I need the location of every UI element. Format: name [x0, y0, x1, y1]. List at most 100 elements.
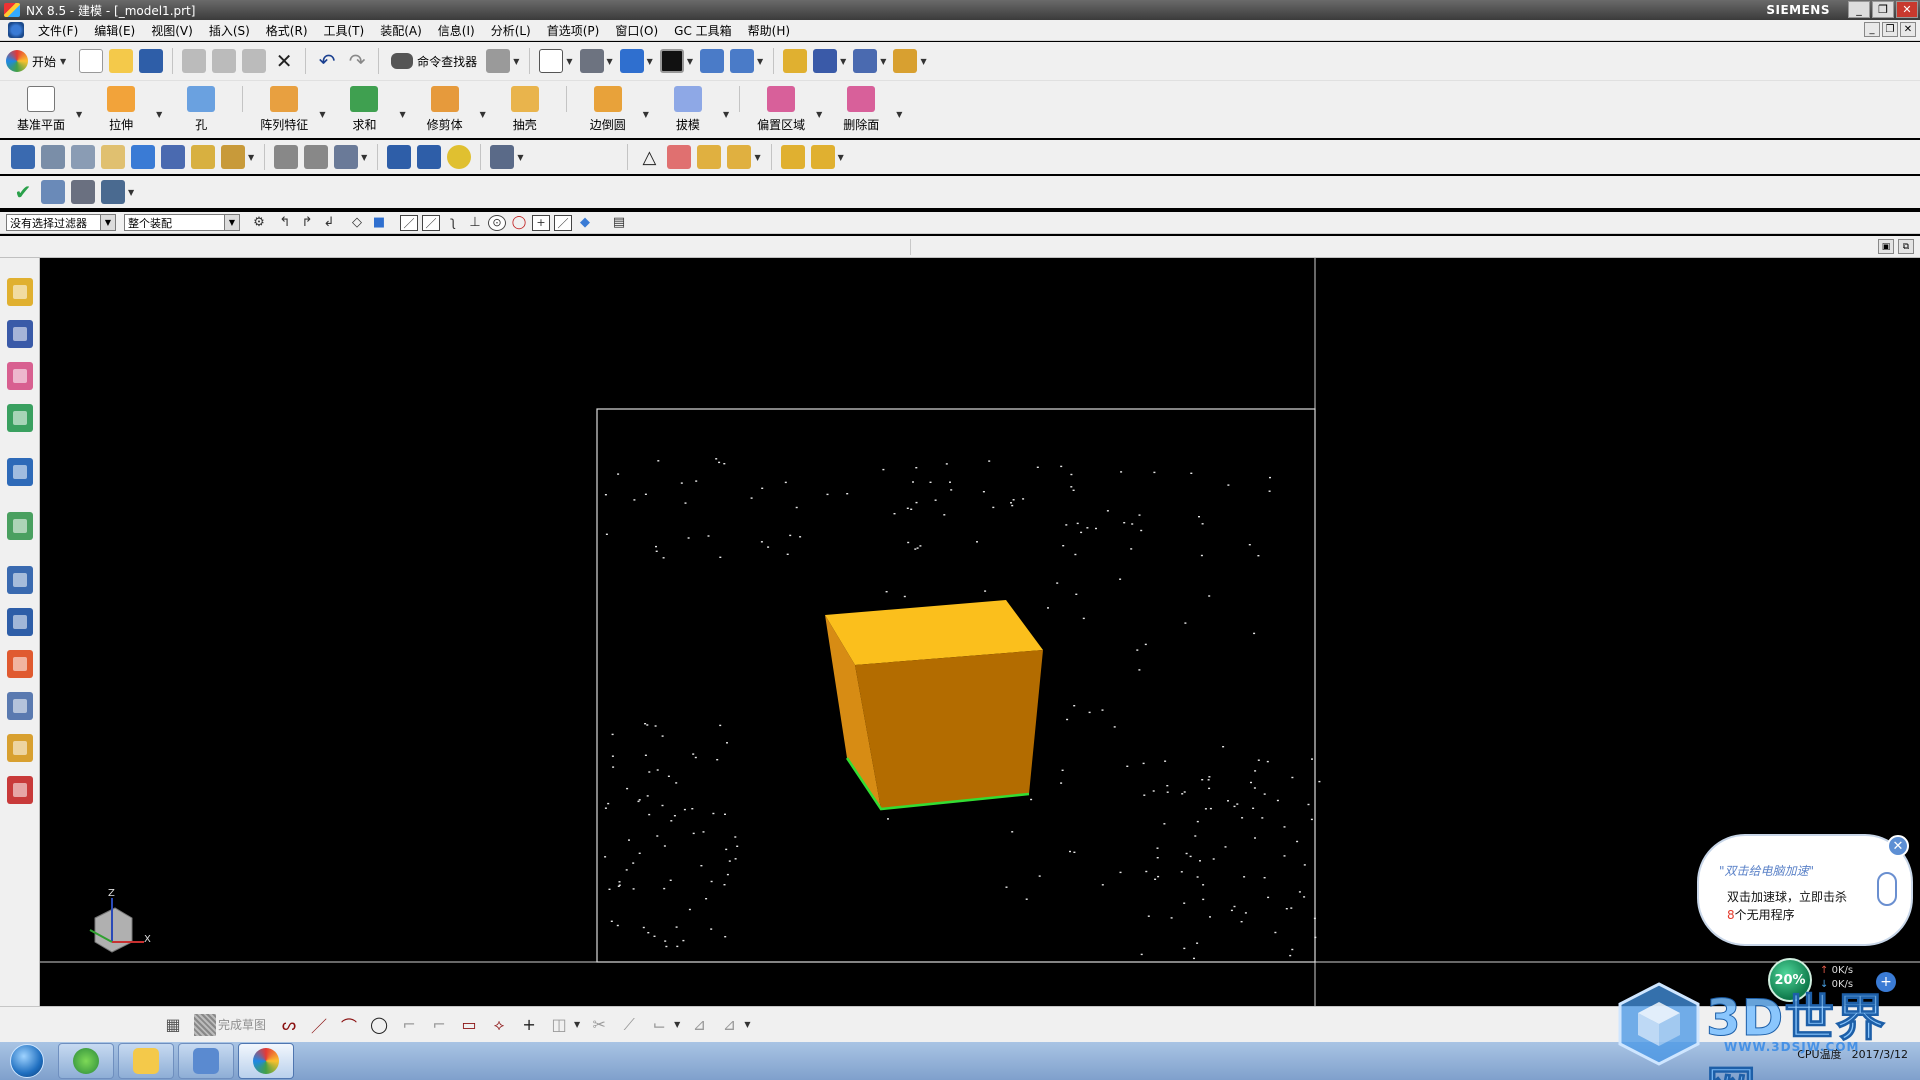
snap-endpoint-icon[interactable]: ／ [400, 214, 418, 231]
snap-icon[interactable] [783, 49, 808, 73]
speedup-popup[interactable]: "双击给电脑加速" 双击加速球，立即击杀 8个无用程序 ✕ [1697, 834, 1913, 946]
component-icon[interactable] [810, 145, 835, 169]
assembly-navigator-icon[interactable] [7, 278, 33, 306]
chevron-down-icon[interactable]: ▼ [248, 153, 254, 162]
restore-layout-icon[interactable]: ⧉ [1898, 239, 1914, 254]
history-icon[interactable] [7, 566, 33, 594]
system-materials-icon[interactable] [7, 608, 33, 636]
process-studio-icon[interactable] [7, 692, 33, 720]
trim-body-tool[interactable]: 修剪体 [416, 86, 474, 133]
doc-close-button[interactable]: ✕ [1900, 22, 1916, 37]
layer-settings-icon[interactable] [41, 145, 65, 169]
select-solid-icon[interactable]: ■ [370, 215, 388, 231]
doc-minimize-button[interactable]: _ [1864, 22, 1880, 37]
extrude-tool[interactable]: 拉伸 [92, 86, 150, 133]
layer-visibility-icon[interactable] [71, 145, 95, 169]
chevron-down-icon[interactable]: ▼ [816, 110, 822, 119]
snap-midpoint-icon[interactable]: ／ [422, 214, 440, 231]
block-body[interactable] [825, 600, 1043, 811]
full-screen-icon[interactable]: ▣ [1878, 239, 1894, 254]
roles-icon[interactable] [7, 734, 33, 762]
offset-curve-icon[interactable]: ◫ [548, 1014, 570, 1036]
chamfer-icon[interactable]: ⌐ [428, 1014, 450, 1036]
touch-mode-icon[interactable] [486, 49, 511, 73]
command-finder-button[interactable]: 命令查找器 [391, 53, 477, 70]
new-file-icon[interactable] [79, 49, 104, 73]
dimension-icon[interactable]: ⊿ [688, 1014, 710, 1036]
taskbar-browser[interactable] [58, 1043, 114, 1079]
popup-close-button[interactable]: ✕ [1887, 835, 1909, 857]
minimize-button[interactable]: _ [1848, 1, 1870, 18]
chevron-down-icon[interactable]: ▼ [754, 153, 760, 162]
system-scenes-icon[interactable] [7, 650, 33, 678]
chevron-down-icon[interactable]: ▼ [723, 110, 729, 119]
chevron-down-icon[interactable]: ▼ [757, 57, 763, 66]
snap-quadrant-icon[interactable]: ◯ [510, 215, 528, 231]
coin-icon[interactable] [447, 145, 472, 169]
chevron-down-icon[interactable]: ▼ [156, 110, 162, 119]
pen-icon[interactable] [417, 145, 442, 169]
spreadsheet-icon[interactable] [71, 180, 95, 204]
palette-icon[interactable] [7, 776, 33, 804]
hole-tool[interactable]: 孔 [172, 86, 230, 133]
profile-icon[interactable]: ᔕ [278, 1014, 300, 1036]
move-to-layer-icon[interactable] [101, 145, 125, 169]
menu-edit[interactable]: 编辑(E) [86, 22, 143, 39]
taskbar-explorer[interactable] [118, 1043, 174, 1079]
synchronous-modeling-icon[interactable] [131, 145, 155, 169]
table-icon[interactable] [667, 145, 692, 169]
chevron-down-icon[interactable]: ▼ [896, 110, 902, 119]
chevron-down-icon[interactable]: ▼ [480, 110, 486, 119]
chevron-down-icon[interactable]: ▼ [517, 153, 523, 162]
rectangle-icon[interactable]: ▭ [458, 1014, 480, 1036]
constraint-navigator-icon[interactable] [7, 320, 33, 348]
open-folder-icon[interactable] [109, 49, 134, 73]
menu-file[interactable]: 文件(F) [30, 22, 86, 39]
taskbar-control-panel[interactable] [178, 1043, 234, 1079]
pattern-feature-tool[interactable]: 阵列特征 [255, 86, 313, 133]
resize-face-icon[interactable] [191, 145, 215, 169]
coordinate-system-icon[interactable] [101, 180, 125, 204]
point-icon[interactable]: + [518, 1014, 540, 1036]
snap-control-icon[interactable]: ʅ [444, 215, 462, 231]
close-button[interactable]: ✕ [1896, 1, 1918, 18]
chevron-down-icon[interactable]: ▼ [674, 1020, 680, 1029]
polygon-icon[interactable]: ⟡ [488, 1014, 510, 1036]
select-body-icon[interactable]: ◇ [348, 215, 366, 231]
check-icon[interactable]: ✔ [11, 180, 35, 204]
filter-settings-icon[interactable]: ⚙ [250, 215, 268, 231]
unite-tool[interactable]: 求和 [335, 86, 393, 133]
menu-tools[interactable]: 工具(T) [316, 22, 373, 39]
chevron-down-icon[interactable]: ▼ [838, 153, 844, 162]
chevron-down-icon[interactable]: ▼ [744, 1020, 750, 1029]
curve-tool-icon[interactable] [274, 145, 299, 169]
make-corner-icon[interactable]: ⌙ [648, 1014, 670, 1036]
menu-format[interactable]: 格式(R) [258, 22, 316, 39]
menu-preferences[interactable]: 首选项(P) [539, 22, 608, 39]
copy-icon[interactable] [212, 49, 237, 73]
sketch-icon[interactable]: ▦ [162, 1014, 184, 1036]
chevron-down-icon[interactable]: ▼ [361, 153, 367, 162]
offset-region-tool[interactable]: 偏置区域 [752, 86, 810, 133]
windows-start-button[interactable] [10, 1044, 44, 1078]
finish-sketch-icon[interactable] [194, 1013, 216, 1036]
start-button[interactable]: 开始 ▼ [6, 50, 70, 72]
quick-trim-icon[interactable]: ✂ [588, 1014, 610, 1036]
paste-icon[interactable] [242, 49, 267, 73]
chevron-down-icon[interactable]: ▼ [920, 57, 926, 66]
menu-gc-toolkit[interactable]: GC 工具箱 [666, 22, 740, 39]
draft-tool[interactable]: 拔模 [659, 86, 717, 133]
surface-tool-icon[interactable] [304, 145, 329, 169]
datum-plane-tool[interactable]: 基准平面 [12, 86, 70, 133]
reuse-library-icon[interactable] [7, 404, 33, 432]
model-view[interactable]: Z X [40, 258, 1920, 1006]
menu-information[interactable]: 信息(I) [430, 22, 483, 39]
hd3d-tools-icon[interactable] [7, 458, 33, 486]
background-icon[interactable] [659, 49, 684, 73]
menu-window[interactable]: 窗口(O) [607, 22, 666, 39]
nx-app-icon[interactable] [4, 3, 20, 17]
cut-icon[interactable] [182, 49, 207, 73]
point-set-icon[interactable] [697, 145, 722, 169]
restore-button[interactable]: ❐ [1872, 1, 1894, 18]
line-icon[interactable]: ／ [308, 1014, 330, 1036]
